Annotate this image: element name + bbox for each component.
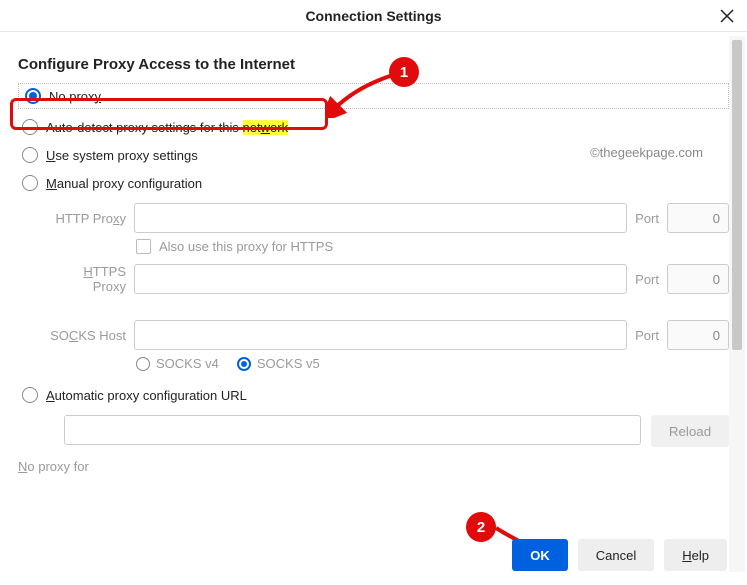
annotation-badge-1: 1 xyxy=(389,57,419,87)
https-proxy-label: HTTPS Proxy xyxy=(48,264,126,294)
https-port-input[interactable] xyxy=(667,264,729,294)
ok-button[interactable]: OK xyxy=(512,539,568,571)
dialog-content: Configure Proxy Access to the Internet N… xyxy=(0,32,747,537)
socks-port-input[interactable] xyxy=(667,320,729,350)
watermark: ©thegeekpage.com xyxy=(590,145,703,160)
socks-host-input[interactable] xyxy=(134,320,627,350)
also-https-checkbox[interactable] xyxy=(136,239,151,254)
http-proxy-label: HTTP Proxy xyxy=(48,211,126,226)
option-no-proxy-row[interactable]: No proxy xyxy=(18,83,729,109)
no-proxy-for-label: No proxy for xyxy=(18,459,729,474)
socks-port-label: Port xyxy=(635,328,659,343)
radio-socks-v5[interactable] xyxy=(237,357,251,371)
also-https-row[interactable]: Also use this proxy for HTTPS xyxy=(136,239,729,254)
socks-v5-option[interactable]: SOCKS v5 xyxy=(237,356,320,371)
https-port-label: Port xyxy=(635,272,659,287)
option-manual-row[interactable]: Manual proxy configuration xyxy=(18,169,729,197)
cancel-button[interactable]: Cancel xyxy=(578,539,654,571)
option-auto-url-row[interactable]: Automatic proxy configuration URL xyxy=(18,381,729,409)
reload-button[interactable]: Reload xyxy=(651,415,729,447)
radio-no-proxy[interactable] xyxy=(25,88,41,104)
auto-url-input-row: Reload xyxy=(48,415,729,447)
close-icon xyxy=(720,9,734,23)
radio-auto-url-label: Automatic proxy configuration URL xyxy=(46,388,247,403)
radio-auto-detect-label: Auto-detect proxy settings for this netw… xyxy=(46,120,288,135)
http-proxy-input[interactable] xyxy=(134,203,627,233)
also-https-label: Also use this proxy for HTTPS xyxy=(159,239,333,254)
http-port-input[interactable] xyxy=(667,203,729,233)
close-button[interactable] xyxy=(715,4,739,28)
radio-auto-detect[interactable] xyxy=(22,119,38,135)
http-proxy-row: HTTP Proxy Port xyxy=(48,203,729,233)
section-title: Configure Proxy Access to the Internet xyxy=(18,56,729,73)
http-port-label: Port xyxy=(635,211,659,226)
dialog-footer: OK Cancel Help xyxy=(512,539,727,571)
radio-system[interactable] xyxy=(22,147,38,163)
help-button[interactable]: Help xyxy=(664,539,727,571)
option-auto-detect-row[interactable]: Auto-detect proxy settings for this netw… xyxy=(18,113,729,141)
radio-manual[interactable] xyxy=(22,175,38,191)
radio-auto-url[interactable] xyxy=(22,387,38,403)
socks-v4-option[interactable]: SOCKS v4 xyxy=(136,356,219,371)
auto-url-input[interactable] xyxy=(64,415,641,445)
vertical-scrollbar[interactable] xyxy=(729,36,745,572)
scrollbar-thumb[interactable] xyxy=(732,40,742,350)
socks-v5-label: SOCKS v5 xyxy=(257,356,320,371)
radio-socks-v4[interactable] xyxy=(136,357,150,371)
https-proxy-row: HTTPS Proxy Port xyxy=(48,264,729,294)
dialog-header: Connection Settings xyxy=(0,0,747,32)
socks-host-label: SOCKS Host xyxy=(48,328,126,343)
socks-v4-label: SOCKS v4 xyxy=(156,356,219,371)
annotation-badge-2: 2 xyxy=(466,512,496,542)
socks-version-row: SOCKS v4 SOCKS v5 xyxy=(136,356,729,371)
dialog-title: Connection Settings xyxy=(305,8,441,24)
radio-manual-label: Manual proxy configuration xyxy=(46,176,202,191)
https-proxy-input[interactable] xyxy=(134,264,627,294)
socks-host-row: SOCKS Host Port xyxy=(48,320,729,350)
radio-system-label: Use system proxy settings xyxy=(46,148,198,163)
radio-no-proxy-label: No proxy xyxy=(49,89,101,104)
